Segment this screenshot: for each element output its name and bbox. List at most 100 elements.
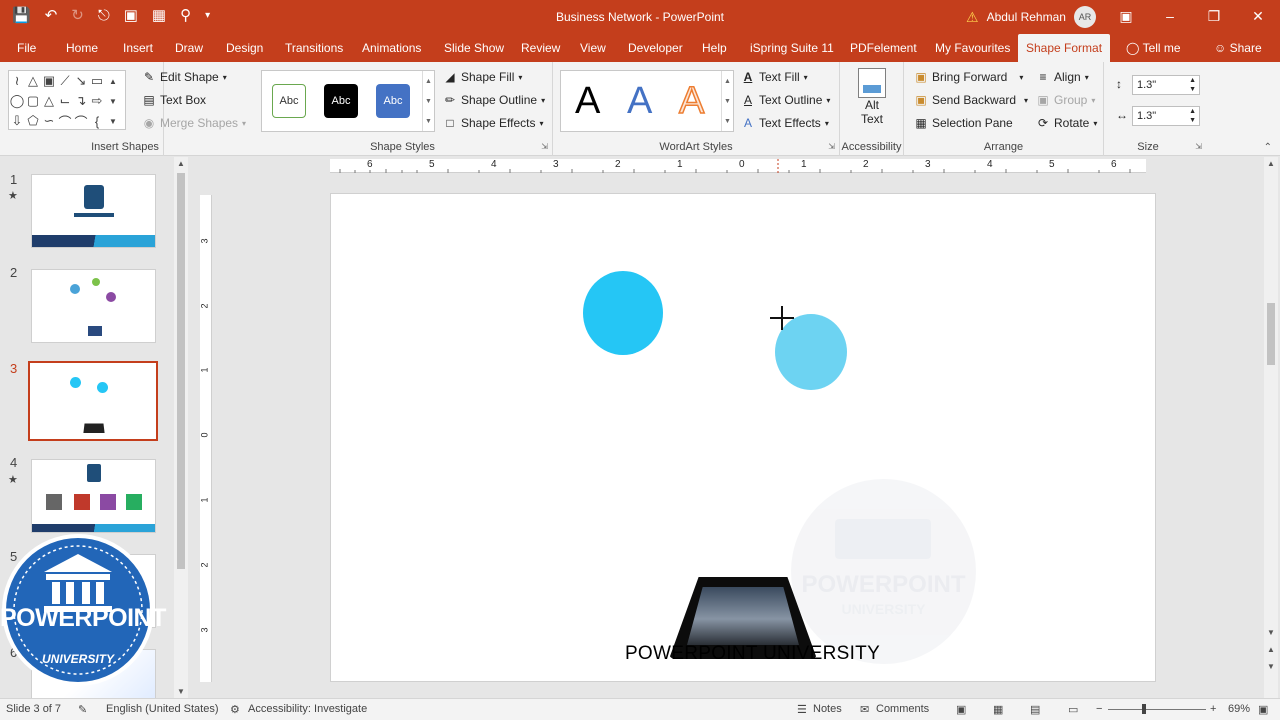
slide-canvas[interactable]: POWERPOINT UNIVERSITY POWERPOINT UNIVERS… [330, 193, 1156, 682]
shape-arrow-line-icon[interactable]: ↘ [73, 71, 89, 91]
collapse-ribbon-icon[interactable]: ⌃ [1264, 142, 1272, 153]
shape-bracket-icon[interactable]: { [89, 111, 105, 131]
bring-forward-button[interactable]: ▣ Bring Forward ▾ [914, 70, 1023, 84]
tab-insert[interactable]: Insert [115, 34, 161, 62]
fit-slide-icon[interactable]: ▣ [1258, 703, 1268, 716]
language-indicator[interactable]: English (United States) [106, 703, 219, 715]
editor-scrollbar[interactable]: ▲ ▼ ▲ ▼ [1264, 157, 1278, 698]
shape-line-icon[interactable]: ⟋ [57, 71, 73, 91]
tab-file[interactable]: File [9, 34, 44, 62]
wordart-black[interactable]: A [575, 81, 600, 121]
rotate-button[interactable]: ⟳ Rotate ▾ [1036, 116, 1097, 130]
tab-transitions[interactable]: Transitions [277, 34, 351, 62]
shape-freeform-icon[interactable]: ∽ [41, 111, 57, 131]
shape-oval-icon[interactable]: ◯ [9, 91, 25, 111]
shapes-gallery[interactable]: ≀ △ ▣ ⟋ ↘ ▭ ▲ ◯ ▢ △ ⌙ ↴ ⇨ ▼ ⇩ ⬠ ∽ ⌒ ⌒ { … [8, 70, 126, 130]
slide-thumbnail-2[interactable] [31, 269, 156, 343]
tab-review[interactable]: Review [513, 34, 568, 62]
wordart-blue[interactable]: A [627, 81, 652, 121]
tab-pdfelement[interactable]: PDFelement [842, 34, 925, 62]
style-preset-outline[interactable]: Abc [272, 84, 306, 118]
next-slide-icon[interactable]: ▼ [1267, 662, 1275, 671]
shape-arc-icon[interactable]: ≀ [9, 71, 25, 91]
slide-thumbnail-4[interactable] [31, 459, 156, 533]
comments-button[interactable]: Comments [876, 703, 929, 715]
scroll-down-icon[interactable]: ▼ [1267, 628, 1275, 637]
shape-connector-icon[interactable]: ↴ [73, 91, 89, 111]
circle-shape-main[interactable] [583, 271, 663, 355]
slide-thumbnail-3[interactable] [28, 361, 158, 441]
zoom-slider-thumb[interactable] [1142, 704, 1146, 714]
slide-thumbnail-1[interactable] [31, 174, 156, 248]
minimize-icon[interactable]: – [1148, 0, 1192, 32]
spelling-icon[interactable]: ✎ [78, 703, 87, 716]
notes-button[interactable]: Notes [813, 703, 842, 715]
zoom-out-icon[interactable]: − [1096, 703, 1102, 715]
reading-view-icon[interactable]: ▤ [1030, 703, 1040, 716]
dialog-launcher-icon[interactable]: ⇲ [1195, 142, 1202, 151]
tab-animations[interactable]: Animations [354, 34, 429, 62]
scrollbar-thumb[interactable] [177, 173, 185, 569]
send-backward-button[interactable]: ▣ Send Backward ▾ [914, 93, 1028, 107]
gallery-up-icon[interactable]: ▲ [105, 71, 121, 91]
scrollbar-thumb[interactable] [1267, 303, 1275, 365]
shape-textbox-icon[interactable]: ▣ [41, 71, 57, 91]
wordart-gallery[interactable]: A A A ▲ ▼ ▼ [560, 70, 734, 132]
alt-text-button[interactable]: Alt Text [852, 68, 892, 126]
ribbon-display-icon[interactable]: ▣ [1104, 0, 1148, 32]
shape-triangle-outline-icon[interactable]: △ [25, 71, 41, 91]
spinner-icon[interactable]: ▲ ▼ [1189, 76, 1196, 94]
tab-home[interactable]: Home [58, 34, 106, 62]
text-effects-button[interactable]: A Text Effects ▾ [741, 116, 829, 130]
scroll-up-icon[interactable]: ▲ [177, 159, 185, 168]
zoom-level[interactable]: 69% [1228, 703, 1250, 715]
shape-fill-button[interactable]: ◢ Shape Fill ▾ [443, 70, 522, 84]
tab-ispring-suite[interactable]: iSpring Suite 11 [742, 34, 842, 62]
user-account[interactable]: ⚠ Abdul Rehman AR [966, 6, 1096, 28]
normal-view-icon[interactable]: ▣ [956, 703, 966, 716]
tell-me[interactable]: ◯ Tell me [1118, 34, 1189, 62]
slide-show-icon[interactable]: ▭ [1068, 703, 1078, 716]
scroll-up-icon[interactable]: ▲ [1267, 159, 1275, 168]
gallery-scroll[interactable]: ▲ ▼ ▼ [721, 71, 733, 131]
avatar[interactable]: AR [1073, 6, 1096, 28]
slides-scrollbar[interactable]: ▲ ▼ [174, 157, 188, 698]
shape-rectangle-icon[interactable]: ▭ [89, 71, 105, 91]
shape-curve-icon[interactable]: ⌒ [57, 111, 73, 131]
align-button[interactable]: ≡ Align ▾ [1036, 70, 1088, 84]
zoom-slider[interactable] [1108, 704, 1206, 714]
scroll-down-icon[interactable]: ▼ [177, 687, 185, 696]
merge-shapes-button[interactable]: ◉ Merge Shapes ▾ [142, 116, 246, 130]
dialog-launcher-icon[interactable]: ⇲ [828, 142, 835, 151]
selection-pane-button[interactable]: ▦ Selection Pane [914, 116, 1012, 130]
tab-slide-show[interactable]: Slide Show [436, 34, 512, 62]
tab-design[interactable]: Design [218, 34, 271, 62]
gallery-more-icon[interactable]: ▼ [105, 91, 121, 111]
slide-sorter-icon[interactable]: ▦ [993, 703, 1003, 716]
shape-right-arrow-icon[interactable]: ⇨ [89, 91, 105, 111]
gallery-scroll[interactable]: ▲ ▼ ▼ [422, 71, 434, 131]
prev-slide-icon[interactable]: ▲ [1267, 645, 1275, 654]
slide-caption[interactable]: POWERPOINT UNIVERSITY [331, 643, 1155, 665]
tab-view[interactable]: View [572, 34, 614, 62]
share-button[interactable]: ☺ Share [1206, 34, 1270, 62]
tab-shape-format[interactable]: Shape Format [1018, 34, 1110, 62]
tab-draw[interactable]: Draw [167, 34, 211, 62]
dialog-launcher-icon[interactable]: ⇲ [541, 142, 548, 151]
shape-rect-icon[interactable]: ▢ [25, 91, 41, 111]
spinner-icon[interactable]: ▲ ▼ [1189, 107, 1196, 125]
text-box-button[interactable]: ▤ Text Box [142, 93, 206, 107]
shape-effects-button[interactable]: □ Shape Effects ▾ [443, 116, 543, 130]
shape-style-gallery[interactable]: Abc Abc Abc ▲ ▼ ▼ [261, 70, 435, 132]
tab-help[interactable]: Help [694, 34, 735, 62]
group-button[interactable]: ▣ Group ▾ [1036, 93, 1095, 107]
wordart-orange-outline[interactable]: A [678, 80, 705, 122]
tab-my-favourites[interactable]: My Favourites [927, 34, 1018, 62]
text-outline-button[interactable]: A Text Outline ▾ [741, 93, 830, 107]
zoom-in-icon[interactable]: + [1210, 703, 1216, 715]
style-preset-black[interactable]: Abc [324, 84, 358, 118]
text-fill-button[interactable]: A Text Fill ▾ [741, 70, 808, 84]
shape-triangle-icon[interactable]: △ [41, 91, 57, 111]
shape-height-input[interactable]: 1.3" ▲ ▼ [1132, 75, 1200, 95]
shape-width-input[interactable]: 1.3" ▲ ▼ [1132, 106, 1200, 126]
